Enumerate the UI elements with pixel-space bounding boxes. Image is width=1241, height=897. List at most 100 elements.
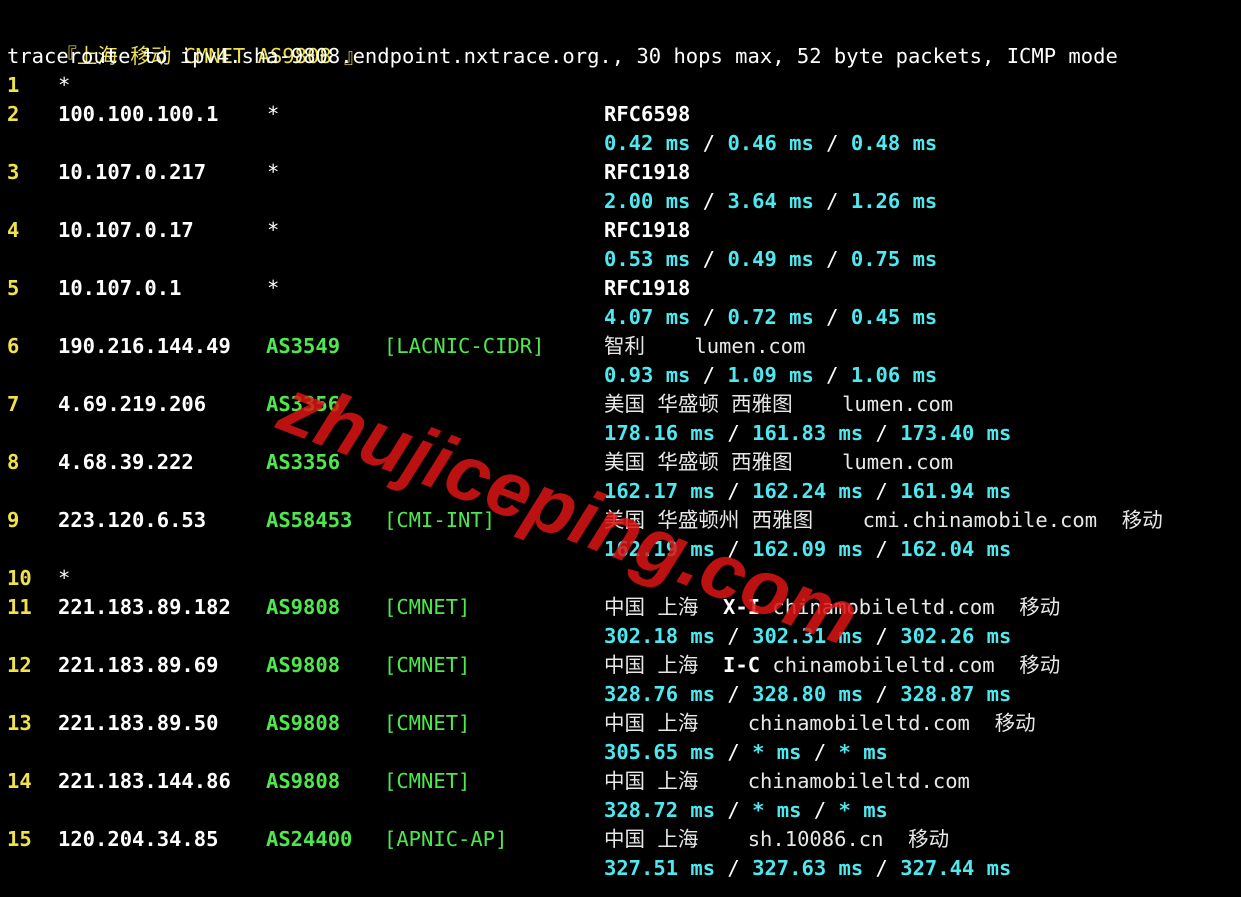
rtt-separator: / (813, 131, 851, 155)
hop-number: 5 (7, 276, 20, 300)
hop-rtt-values: 0.93 ms / 1.09 ms / 1.06 ms (604, 361, 937, 390)
hop-ip: 221.183.89.69 (58, 653, 219, 677)
hop-host: lumen.com (842, 450, 954, 474)
hop-rtt-values: 0.42 ms / 0.46 ms / 0.48 ms (604, 129, 937, 158)
hop-rfc: RFC1918 (604, 276, 691, 300)
rtt-value: 178.16 ms (604, 421, 716, 445)
hop-location: 中国 上海 chinamobileltd.com (604, 767, 995, 796)
rtt-separator: / (863, 624, 901, 648)
terminal-window: 『上海 移动 CMNET AS9808 』 traceroute to ipv4… (7, 0, 1237, 897)
hop-host: chinamobileltd.com (747, 711, 970, 735)
rtt-separator: / (715, 856, 753, 880)
rtt-value: * ms (752, 798, 802, 822)
rtt-value: 4.07 ms (604, 305, 691, 329)
hop-number: 10 (7, 566, 32, 590)
hop-host: cmi.chinamobile.com (862, 508, 1098, 532)
rtt-value: 173.40 ms (900, 421, 1012, 445)
hop-rtt-values: 328.72 ms / * ms / * ms (604, 796, 888, 825)
hop-rtt-values: 327.51 ms / 327.63 ms / 327.44 ms (604, 854, 1011, 883)
hop-registry-tag: [CMNET] (384, 711, 471, 735)
rtt-value: 328.80 ms (752, 682, 864, 706)
rtt-separator: / (813, 247, 851, 271)
hop-asn: AS9808 (266, 653, 341, 677)
rtt-value: 328.76 ms (604, 682, 716, 706)
hop-timeout-star: * (267, 276, 280, 300)
hop-asn: AS3549 (266, 334, 341, 358)
hop-carrier: 移动 (1121, 508, 1163, 532)
rtt-value: 0.48 ms (850, 131, 938, 155)
hop-timeout-star: * (267, 160, 280, 184)
hop-ip: 221.183.89.50 (58, 711, 219, 735)
hop-host: sh.10086.cn (747, 827, 884, 851)
rtt-separator: / (690, 247, 728, 271)
rtt-value: 0.46 ms (727, 131, 814, 155)
hop-registry-tag: [CMNET] (384, 653, 471, 677)
hop-ip: 10.107.0.17 (58, 218, 194, 242)
hop-ip: 120.204.34.85 (58, 827, 219, 851)
hop-carrier: 移动 (1019, 653, 1061, 677)
hop-rtt-values: 4.07 ms / 0.72 ms / 0.45 ms (604, 303, 937, 332)
rtt-value: 328.72 ms (604, 798, 716, 822)
rtt-value: 0.72 ms (727, 305, 814, 329)
hop-geo: 智利 (604, 334, 645, 358)
hop-host: chinamobileltd.com (772, 653, 995, 677)
hop-carrier: 移动 (908, 827, 950, 851)
hop-location: 中国 上海 I-C chinamobileltd.com 移动 (604, 651, 1085, 680)
title-line: 『上海 移动 CMNET AS9808 』 (7, 13, 364, 68)
hop-ip: 10.107.0.217 (58, 160, 207, 184)
rtt-separator: / (690, 305, 728, 329)
hop-ip: 221.183.144.86 (58, 769, 231, 793)
hop-ip: 221.183.89.182 (58, 595, 231, 619)
rtt-value: 162.24 ms (752, 479, 864, 503)
hop-number: 13 (7, 711, 32, 735)
hop-registry-tag: [CMNET] (384, 769, 471, 793)
traceroute-header: traceroute to ipv4.sha-9808.endpoint.nxt… (7, 44, 1118, 68)
rtt-value: 328.87 ms (900, 682, 1012, 706)
hop-rtt-values: 328.76 ms / 328.80 ms / 328.87 ms (604, 680, 1011, 709)
hop-number: 11 (7, 595, 32, 619)
hop-rtt-values: 178.16 ms / 161.83 ms / 173.40 ms (604, 419, 1011, 448)
hop-geo: 中国 上海 (604, 827, 699, 851)
hop-registry-tag: [CMI-INT] (384, 508, 496, 532)
hop-carrier: 移动 (994, 711, 1036, 735)
rtt-value: * ms (752, 740, 802, 764)
rtt-value: 327.44 ms (900, 856, 1012, 880)
hop-number: 12 (7, 653, 32, 677)
rtt-separator: / (863, 421, 901, 445)
hop-asn: AS9808 (266, 769, 341, 793)
rtt-separator: / (863, 479, 901, 503)
hop-host: lumen.com (694, 334, 806, 358)
rtt-value: * ms (838, 740, 888, 764)
hop-asn: AS58453 (266, 508, 353, 532)
rtt-value: 0.93 ms (604, 363, 691, 387)
hop-host: chinamobileltd.com (747, 769, 970, 793)
hop-host: lumen.com (842, 392, 954, 416)
rtt-value: 162.09 ms (752, 537, 864, 561)
rtt-value: 302.18 ms (604, 624, 716, 648)
rtt-value: 161.83 ms (752, 421, 864, 445)
hop-geo: 中国 上海 (604, 769, 699, 793)
hop-geo: 中国 上海 (604, 711, 699, 735)
rtt-separator: / (715, 740, 753, 764)
hop-location: 美国 华盛顿 西雅图 lumen.com (604, 390, 978, 419)
hop-number: 3 (7, 160, 20, 184)
hop-carrier: 移动 (1019, 595, 1061, 619)
hop-location: 美国 华盛顿 西雅图 lumen.com (604, 448, 978, 477)
rtt-separator: / (715, 421, 753, 445)
rtt-separator: / (801, 740, 839, 764)
hop-asn: AS9808 (266, 711, 341, 735)
hop-ip: 190.216.144.49 (58, 334, 231, 358)
rtt-value: 0.49 ms (727, 247, 814, 271)
hop-ip: * (58, 566, 71, 590)
hop-number: 4 (7, 218, 20, 242)
rtt-separator: / (863, 856, 901, 880)
hop-number: 7 (7, 392, 20, 416)
hop-location: 中国 上海 chinamobileltd.com 移动 (604, 709, 1060, 738)
rtt-value: 2.00 ms (604, 189, 691, 213)
hop-location: 美国 华盛顿州 西雅图 cmi.chinamobile.com 移动 (604, 506, 1187, 535)
rtt-value: 327.63 ms (752, 856, 864, 880)
hop-ip: 100.100.100.1 (58, 102, 219, 126)
hop-number: 9 (7, 508, 20, 532)
hop-geo: 中国 上海 (604, 595, 699, 619)
hop-rtt-values: 162.17 ms / 162.24 ms / 161.94 ms (604, 477, 1011, 506)
